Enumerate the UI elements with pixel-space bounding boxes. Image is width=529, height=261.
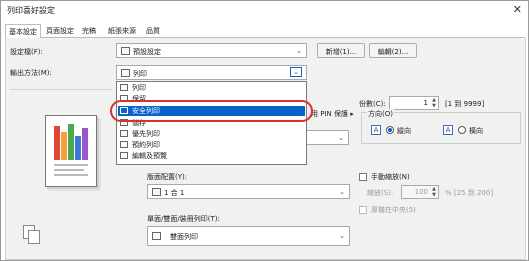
highlight-ring (110, 100, 313, 122)
tab-quality[interactable]: 品質 (143, 24, 163, 38)
option-label: 編輯及預覽 (132, 152, 167, 160)
tab-label: 完稿 (82, 27, 96, 35)
window-title: 列印喜好設定 (7, 6, 55, 15)
tab-label: 頁面設定 (46, 27, 74, 35)
orientation-label: 方向(O) (367, 109, 394, 119)
profile-select[interactable]: 預設設定 ⌄ (116, 43, 307, 58)
duplex-label: 單面/雙面/裝冊列印(T): (147, 215, 220, 223)
option-label: 預約列印 (132, 141, 160, 149)
printer-icon (120, 84, 128, 91)
landscape-radio[interactable] (458, 126, 466, 134)
copies-label: 份數(C): (359, 100, 386, 108)
tab-label: 紙張來源 (108, 27, 136, 35)
option-label: 列印 (132, 84, 146, 92)
portrait-label: 縱向 (397, 127, 411, 135)
scaling-label: 縮放(S): (367, 189, 394, 197)
profile-value: 預設設定 (133, 48, 161, 56)
preview-icon (120, 152, 128, 159)
manual-scaling-label: 手動縮放(N) (371, 173, 410, 181)
chevron-down-icon: ⌄ (339, 188, 345, 196)
duplex-icon (152, 232, 161, 240)
tab-basic-settings[interactable]: 基本設定 (5, 24, 41, 39)
spin-arrows-icon[interactable]: ▲ ▼ (432, 186, 436, 198)
tab-label: 品質 (146, 27, 160, 35)
copies-stepper[interactable]: 1 ▲ ▼ (389, 96, 439, 110)
add-profile-button[interactable]: 新增(1)... (317, 43, 365, 58)
document-icon (121, 47, 130, 55)
output-method-select[interactable]: 列印 ⌄ (116, 65, 307, 80)
center-checkbox[interactable] (359, 206, 367, 214)
edit-profile-button[interactable]: 編輯(2)... (369, 43, 417, 58)
layout-icon (152, 188, 161, 196)
close-icon[interactable]: ✕ (513, 3, 522, 16)
divider (10, 89, 112, 90)
copies-icon (28, 230, 40, 244)
duplex-value: 雙面列印 (170, 233, 198, 241)
preview-image (54, 124, 88, 176)
tab-strip: 基本設定 頁面設定 完稿 紙張來源 品質 (5, 24, 525, 39)
clock-icon (120, 141, 128, 148)
pin-protect-label: 用 PIN 保護 ▸ (311, 110, 354, 118)
center-label: 厚機在中央(5) (371, 206, 416, 214)
profile-label: 設定檔(F): (10, 48, 43, 56)
landscape-icon: A (443, 125, 453, 135)
spin-arrows-icon[interactable]: ▲ ▼ (432, 97, 436, 109)
print-preferences-window: 列印喜好設定 ✕ 基本設定 頁面設定 完稿 紙張來源 品質 設定檔(F): 預設… (0, 0, 529, 261)
dropdown-option-print[interactable]: 列印 (118, 83, 305, 93)
chevron-down-icon: ⌄ (338, 134, 344, 142)
scaling-value: 100 (414, 188, 428, 196)
portrait-radio[interactable] (386, 126, 394, 134)
scaling-range: % [25 到 200] (445, 189, 494, 197)
dropdown-option-edit-preview[interactable]: 編輯及預覽 (118, 151, 305, 161)
tab-paper-source[interactable]: 紙張來源 (105, 24, 139, 38)
tab-label: 基本設定 (9, 28, 37, 36)
page-layout-value: 1 合 1 (164, 189, 185, 197)
copies-value: 1 (423, 99, 428, 107)
hidden-select[interactable]: ⌄ (301, 130, 349, 145)
manual-scaling-checkbox[interactable] (359, 173, 367, 181)
duplex-select[interactable]: 雙面列印 ⌄ (147, 226, 350, 246)
scaling-stepper[interactable]: 100 ▲ ▼ (401, 185, 439, 199)
output-method-value: 列印 (133, 70, 147, 78)
output-method-dropdown: 列印 保留 安全列印 儲存 優先列印 預約列印 編輯及預覽 (116, 81, 307, 165)
title-bar: 列印喜好設定 ✕ (1, 1, 528, 20)
landscape-label: 橫向 (469, 127, 483, 135)
tab-finishing[interactable]: 完稿 (79, 24, 99, 38)
chevron-down-icon: ⌄ (290, 67, 302, 77)
page-layout-select[interactable]: 1 合 1 ⌄ (147, 184, 350, 199)
page-layout-label: 版面配置(Y): (147, 173, 188, 181)
chevron-down-icon: ⌄ (339, 232, 345, 240)
dropdown-option-scheduled-print[interactable]: 預約列印 (118, 140, 305, 150)
chevron-down-icon: ⌄ (296, 47, 302, 55)
page-preview (45, 115, 97, 187)
copies-range: [1 到 9999] (445, 100, 485, 108)
dropdown-option-priority-print[interactable]: 優先列印 (118, 129, 305, 139)
output-method-label: 輸出方法(M): (10, 69, 52, 77)
priority-icon (120, 130, 128, 137)
option-label: 優先列印 (132, 130, 160, 138)
tab-page-setup[interactable]: 頁面設定 (43, 24, 77, 38)
printer-icon (121, 69, 130, 77)
portrait-icon: A (371, 125, 381, 135)
